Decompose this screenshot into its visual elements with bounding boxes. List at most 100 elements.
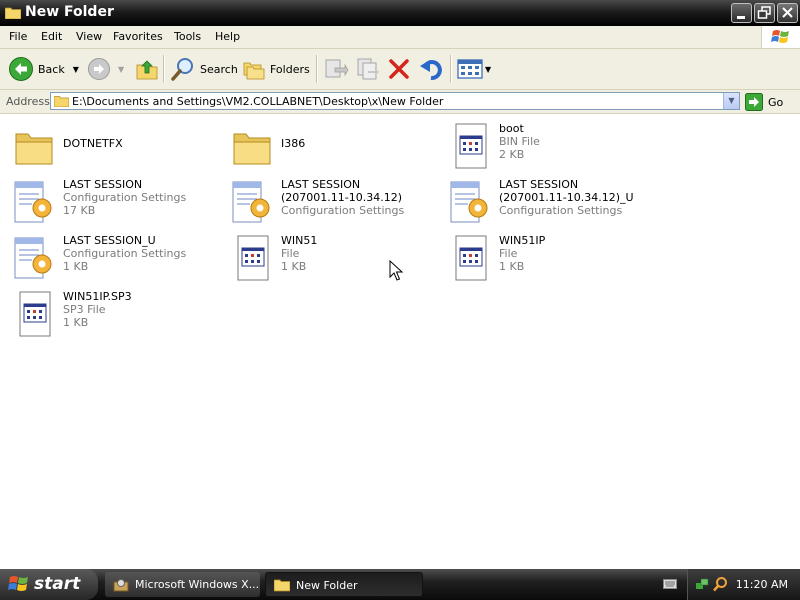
file-item-last-session-dated-u[interactable]: LAST SESSION (207001.11-10.34.12)_U Conf… xyxy=(440,176,650,228)
windows-flag-icon xyxy=(771,30,789,43)
file-type: File xyxy=(499,247,518,260)
up-folder-button[interactable] xyxy=(135,55,159,83)
forward-dropdown-icon[interactable]: ▼ xyxy=(118,65,124,74)
up-folder-icon xyxy=(136,60,158,80)
move-to-button[interactable] xyxy=(323,55,349,83)
file-item-win51ip[interactable]: WIN51IP File 1 KB xyxy=(440,232,650,284)
file-name: DOTNETFX xyxy=(63,137,123,150)
file-name-line2: (207001.11-10.34.12)_U xyxy=(499,191,634,204)
address-input[interactable]: E:\Documents and Settings\VM2.COLLABNET\… xyxy=(50,92,740,110)
file-size: 2 KB xyxy=(499,148,525,161)
file-type: Configuration Settings xyxy=(281,204,405,217)
views-icon xyxy=(457,59,483,79)
views-dropdown-icon[interactable]: ▼ xyxy=(485,65,491,74)
search-button[interactable]: Search xyxy=(170,55,238,83)
toolbar: Back ▼ ▼ Search Folders ▼ xyxy=(0,49,800,90)
taskbar-item-installer[interactable]: Microsoft Windows X... xyxy=(105,572,260,597)
menu-tools[interactable]: Tools xyxy=(174,30,201,43)
copy-to-button[interactable] xyxy=(355,55,381,83)
file-item-last-session-dated[interactable]: LAST SESSION (207001.11-10.34.12) Config… xyxy=(222,176,432,228)
folders-button[interactable]: Folders xyxy=(242,55,310,83)
config-settings-icon xyxy=(450,181,488,223)
delete-button[interactable] xyxy=(387,55,411,83)
toolbar-separator xyxy=(163,55,165,83)
file-name: boot xyxy=(499,122,524,135)
file-name: WIN51 xyxy=(281,234,318,247)
network-icon[interactable] xyxy=(695,577,709,591)
menu-edit[interactable]: Edit xyxy=(41,30,62,43)
go-button[interactable]: Go xyxy=(745,93,783,111)
views-button[interactable]: ▼ xyxy=(457,55,491,83)
file-icon xyxy=(237,235,269,281)
taskbar-item-label: New Folder xyxy=(296,579,358,592)
search-label: Search xyxy=(200,62,238,76)
file-name: LAST SESSION_U xyxy=(63,234,156,247)
go-label: Go xyxy=(768,95,784,109)
config-settings-icon xyxy=(14,237,52,279)
file-type: Configuration Settings xyxy=(63,247,187,260)
file-size: 1 KB xyxy=(63,260,89,273)
file-type: Configuration Settings xyxy=(63,191,187,204)
config-settings-icon xyxy=(232,181,270,223)
file-list-view[interactable]: DOTNETFX I386 boot BIN File 2 KB LAST SE… xyxy=(0,114,800,566)
file-item-win51ip-sp3[interactable]: WIN51IP.SP3 SP3 File 1 KB xyxy=(4,288,214,340)
folders-label: Folders xyxy=(270,62,310,76)
menu-bar: File Edit View Favorites Tools Help xyxy=(0,26,800,49)
file-item-i386[interactable]: I386 xyxy=(222,120,432,172)
back-dropdown-icon[interactable]: ▼ xyxy=(73,65,79,74)
taskbar-item-label: Microsoft Windows X... xyxy=(135,578,260,591)
folder-icon xyxy=(54,96,69,107)
file-name: I386 xyxy=(281,137,306,150)
keyboard-icon[interactable] xyxy=(663,578,677,590)
back-arrow-icon xyxy=(9,57,33,81)
file-item-last-session-u[interactable]: LAST SESSION_U Configuration Settings 1 … xyxy=(4,232,214,284)
menu-favorites[interactable]: Favorites xyxy=(113,30,163,43)
taskbar: start Microsoft Windows X... New Folder … xyxy=(0,569,800,600)
file-item-dotnetfx[interactable]: DOTNETFX xyxy=(4,120,214,172)
forward-button[interactable]: ▼ xyxy=(87,55,124,83)
file-size: 1 KB xyxy=(63,316,89,329)
menu-view[interactable]: View xyxy=(76,30,102,43)
address-label: Address xyxy=(6,95,50,108)
start-button[interactable]: start xyxy=(0,569,98,600)
mouse-cursor-icon xyxy=(389,260,403,281)
file-type: Configuration Settings xyxy=(499,204,623,217)
file-size: 17 KB xyxy=(63,204,96,217)
file-item-boot[interactable]: boot BIN File 2 KB xyxy=(440,120,650,172)
go-arrow-icon xyxy=(745,93,763,111)
menu-help[interactable]: Help xyxy=(215,30,240,43)
restore-icon xyxy=(757,6,771,19)
system-tray: 11:20 AM xyxy=(687,569,800,600)
search-icon xyxy=(171,58,193,81)
back-label: Back xyxy=(38,62,65,76)
title-bar[interactable]: New Folder xyxy=(0,0,800,26)
clock: 11:20 AM xyxy=(735,578,788,591)
window-title: New Folder xyxy=(25,4,114,20)
search-icon[interactable] xyxy=(712,576,728,592)
windows-flag-icon xyxy=(8,576,28,591)
back-button[interactable]: Back ▼ xyxy=(8,55,79,83)
file-item-last-session[interactable]: LAST SESSION Configuration Settings 17 K… xyxy=(4,176,214,228)
file-name: WIN51IP.SP3 xyxy=(63,290,132,303)
minimize-button[interactable] xyxy=(731,3,752,23)
address-dropdown-icon[interactable]: ▼ xyxy=(723,93,739,109)
folder-icon xyxy=(15,133,53,165)
folders-icon xyxy=(243,62,265,80)
close-icon xyxy=(782,7,793,18)
minimize-icon xyxy=(737,16,745,19)
file-size: 1 KB xyxy=(281,260,307,273)
start-label: start xyxy=(34,574,81,594)
file-name-line2: (207001.11-10.34.12) xyxy=(281,191,403,204)
close-button[interactable] xyxy=(777,3,798,23)
file-type: File xyxy=(281,247,300,260)
move-to-icon xyxy=(325,59,349,78)
menu-file[interactable]: File xyxy=(9,30,27,43)
folder-icon xyxy=(233,133,271,165)
installer-icon xyxy=(113,579,129,592)
maximize-button[interactable] xyxy=(754,3,775,23)
forward-arrow-icon xyxy=(88,58,110,80)
taskbar-item-new-folder[interactable]: New Folder xyxy=(265,572,423,597)
undo-button[interactable] xyxy=(419,55,445,83)
file-name: LAST SESSION xyxy=(499,178,579,191)
delete-icon xyxy=(389,59,409,79)
